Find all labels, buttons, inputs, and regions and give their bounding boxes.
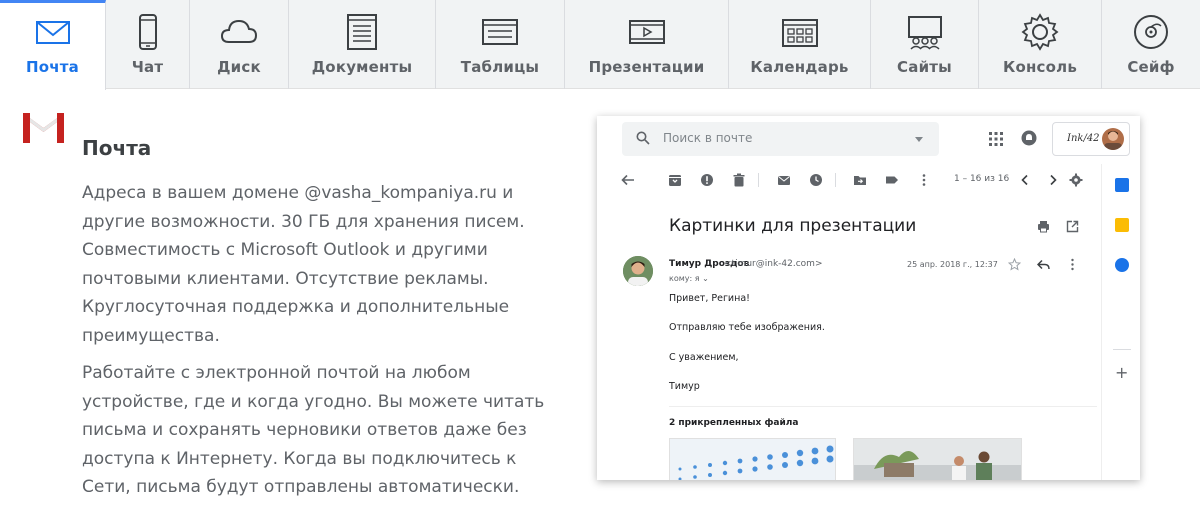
recipient-line: кому: я ⌄ — [669, 274, 709, 283]
tab-vault[interactable]: Сейф — [1102, 0, 1200, 89]
more-vertical-icon — [1071, 258, 1074, 271]
notifications-icon — [1021, 130, 1037, 146]
sender-email: <timur@ink-42.com> — [724, 259, 823, 269]
toolbar-divider — [758, 173, 759, 187]
tab-label: Сайты — [897, 58, 952, 76]
attachment-thumbnail — [669, 438, 836, 480]
search-options-icon — [915, 137, 923, 142]
tasks-app-icon — [1115, 258, 1129, 272]
search-placeholder: Поиск в почте — [663, 131, 753, 145]
tab-docs[interactable]: Документы — [289, 0, 436, 89]
cloud-icon — [219, 12, 259, 52]
tab-label: Чат — [131, 58, 164, 76]
message-body-line: Отправляю тебе изображения. — [669, 322, 825, 333]
print-icon — [1038, 221, 1049, 233]
attachment-thumbnail — [853, 438, 1022, 480]
tab-console[interactable]: Консоль — [979, 0, 1102, 89]
gmail-logo — [23, 113, 64, 143]
apps-grid-icon — [989, 132, 1003, 146]
search-icon — [636, 131, 650, 145]
move-to-icon — [854, 176, 866, 185]
pagination-info: 1 – 16 из 16 — [954, 174, 1010, 184]
tab-sites[interactable]: Сайты — [871, 0, 979, 89]
label-icon — [886, 176, 898, 184]
tab-slides[interactable]: Презентации — [565, 0, 729, 89]
calendar-app-icon — [1115, 178, 1129, 192]
attachments-divider — [669, 406, 1097, 407]
back-arrow-icon — [621, 174, 634, 186]
search-bar: Поиск в почте — [622, 122, 939, 156]
keep-app-icon — [1115, 218, 1129, 232]
product-tabs: Почта Чат Диск Документы Таблицы Презент… — [0, 0, 1200, 90]
attachments-title: 2 прикрепленных файла — [669, 418, 799, 428]
toolbar-divider — [835, 173, 836, 187]
description-paragraph-2: Работайте с электронной почтой на любом … — [82, 363, 545, 497]
description-paragraph-1: Адреса в вашем домене @vasha_kompaniya.r… — [82, 183, 525, 346]
gear-icon — [1020, 12, 1060, 52]
message-body-line: С уважением, — [669, 352, 739, 363]
more-vertical-icon — [922, 174, 926, 186]
tab-label: Презентации — [588, 58, 705, 76]
delete-icon — [733, 173, 745, 187]
tab-label: Диск — [217, 58, 261, 76]
tab-chat[interactable]: Чат — [106, 0, 190, 89]
tab-label: Сейф — [1127, 58, 1175, 76]
chevron-right-icon — [1050, 174, 1057, 186]
add-addon-icon: + — [1115, 363, 1129, 382]
spreadsheet-icon — [480, 12, 520, 52]
chevron-left-icon — [1021, 174, 1028, 186]
message-subject: Картинки для презентации — [669, 216, 917, 236]
rail-divider — [1113, 349, 1131, 350]
tab-label: Документы — [311, 58, 413, 76]
sites-icon — [905, 12, 945, 52]
snooze-icon — [810, 174, 822, 186]
message-body-line: Тимур — [669, 381, 700, 392]
account-brand: Ink/42 — [1067, 133, 1100, 144]
tab-sheets[interactable]: Таблицы — [436, 0, 565, 89]
tab-drive[interactable]: Диск — [190, 0, 289, 89]
message-body-line: Привет, Регина! — [669, 293, 750, 304]
sender-avatar — [623, 256, 653, 286]
tab-label: Почта — [26, 58, 79, 76]
archive-icon — [669, 175, 681, 186]
mark-unread-icon — [778, 176, 790, 185]
tab-mail[interactable]: Почта — [0, 0, 106, 90]
account-switcher: Ink/42 — [1052, 122, 1130, 156]
mail-icon — [33, 12, 73, 52]
mail-client-screenshot: Поиск в почте Ink/42 1 – 16 из 16 + Карт… — [597, 116, 1140, 480]
message-date: 25 апр. 2018 г., 12:37 — [907, 260, 998, 269]
phone-icon — [128, 12, 168, 52]
tab-label: Календарь — [750, 58, 849, 76]
tab-label: Таблицы — [460, 58, 540, 76]
tab-label: Консоль — [1003, 58, 1077, 76]
vault-icon — [1131, 12, 1171, 52]
tab-calendar[interactable]: Календарь — [729, 0, 871, 89]
settings-icon — [1069, 173, 1083, 187]
report-spam-icon — [701, 174, 713, 186]
open-new-window-icon — [1066, 220, 1079, 233]
document-icon — [342, 12, 382, 52]
section-title: Почта — [82, 136, 152, 160]
reply-icon — [1037, 259, 1050, 270]
side-panel-rail: + — [1101, 164, 1140, 480]
account-avatar — [1102, 128, 1124, 150]
presentation-icon — [627, 12, 667, 52]
star-icon — [1008, 258, 1021, 271]
calendar-icon — [780, 12, 820, 52]
